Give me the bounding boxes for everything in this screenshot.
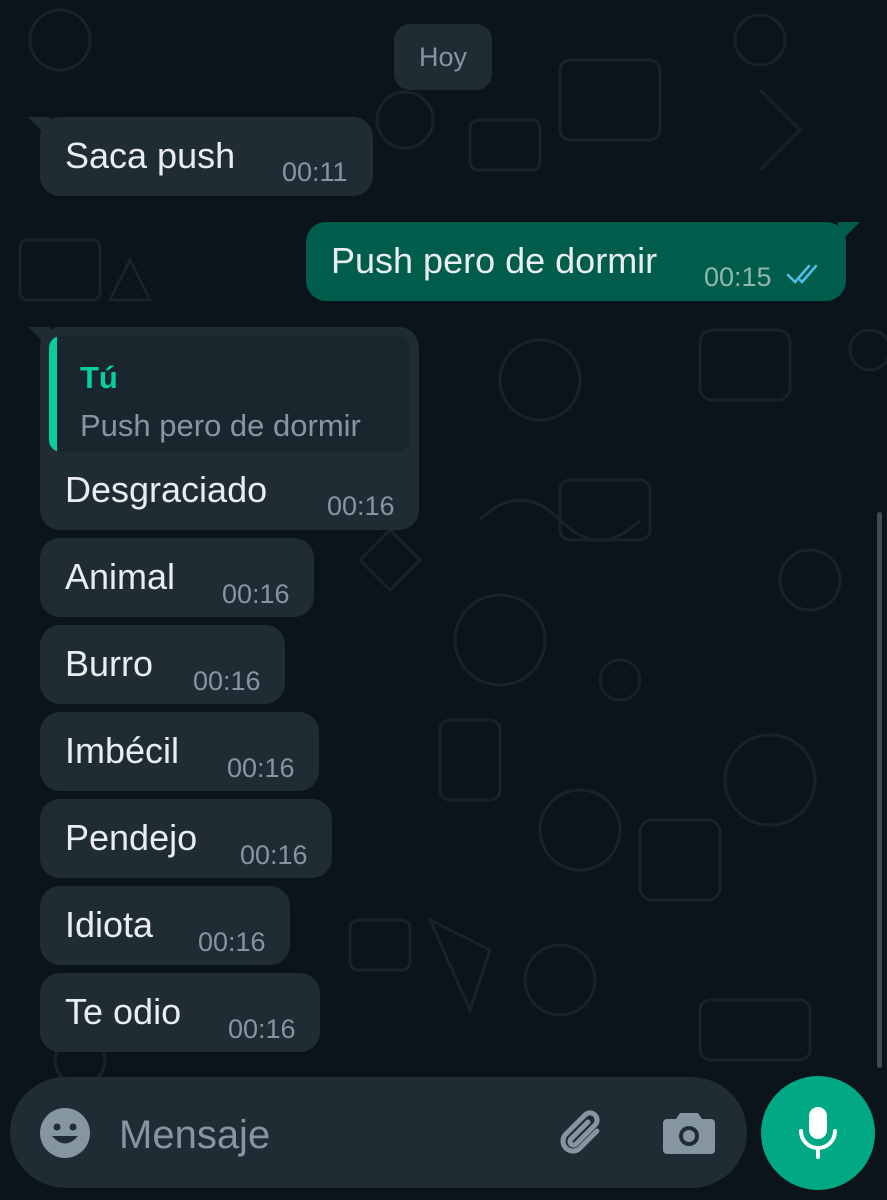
attach-icon[interactable] bbox=[553, 1105, 609, 1161]
message-text: Pendejo bbox=[65, 817, 198, 858]
message-bubble-outgoing[interactable]: Push pero de dormir 00:15 bbox=[306, 222, 860, 301]
message-input[interactable]: Mensaje bbox=[119, 1113, 270, 1158]
message-bubble-incoming[interactable]: Burro 00:16 bbox=[40, 625, 285, 704]
date-chip-label: Hoy bbox=[418, 41, 467, 72]
message-time: 00:16 bbox=[227, 753, 295, 783]
quote-accent-bar bbox=[49, 336, 57, 452]
message-text: Push pero de dormir bbox=[331, 240, 658, 281]
message-bubble-incoming-reply[interactable]: Tú Push pero de dormir Desgraciado 00:16 bbox=[28, 327, 419, 530]
message-text: Saca push bbox=[65, 135, 236, 176]
message-time: 00:16 bbox=[193, 666, 261, 696]
message-bubble-incoming[interactable]: Idiota 00:16 bbox=[40, 886, 290, 965]
message-bubble-incoming[interactable]: Te odio 00:16 bbox=[40, 973, 320, 1052]
quote-text: Push pero de dormir bbox=[80, 408, 361, 443]
message-text: Idiota bbox=[65, 904, 154, 945]
bubble-tail bbox=[838, 222, 860, 244]
message-text: Desgraciado bbox=[65, 469, 268, 510]
message-time: 00:16 bbox=[327, 491, 395, 521]
message-text: Animal bbox=[65, 556, 176, 597]
voice-record-button[interactable] bbox=[761, 1076, 875, 1190]
message-text: Te odio bbox=[65, 991, 182, 1032]
date-chip: Hoy bbox=[394, 24, 492, 90]
message-bubble-incoming[interactable]: Pendejo 00:16 bbox=[40, 799, 332, 878]
message-time: 00:15 bbox=[704, 262, 772, 292]
mic-icon bbox=[799, 1107, 837, 1159]
message-bubble-incoming[interactable]: Saca push 00:11 bbox=[28, 117, 373, 196]
message-time: 00:11 bbox=[282, 157, 348, 187]
read-receipt-icon bbox=[786, 264, 818, 284]
message-bubble-incoming[interactable]: Imbécil 00:16 bbox=[40, 712, 319, 791]
quoted-message[interactable]: Tú Push pero de dormir bbox=[49, 336, 410, 452]
message-time: 00:16 bbox=[198, 927, 266, 957]
emoji-icon[interactable] bbox=[39, 1107, 91, 1159]
bubble-tail bbox=[28, 117, 50, 139]
bubble-tail bbox=[28, 327, 50, 349]
message-text: Imbécil bbox=[65, 730, 180, 771]
message-text: Burro bbox=[65, 643, 154, 684]
message-bubble-incoming[interactable]: Animal 00:16 bbox=[40, 538, 314, 617]
message-time: 00:16 bbox=[222, 579, 290, 609]
message-time: 00:16 bbox=[228, 1014, 296, 1044]
quote-author: Tú bbox=[80, 360, 118, 395]
message-time: 00:16 bbox=[240, 840, 308, 870]
camera-icon[interactable] bbox=[662, 1109, 716, 1155]
message-composer[interactable]: Mensaje bbox=[10, 1077, 747, 1188]
chat-scrollbar[interactable] bbox=[877, 512, 882, 1068]
